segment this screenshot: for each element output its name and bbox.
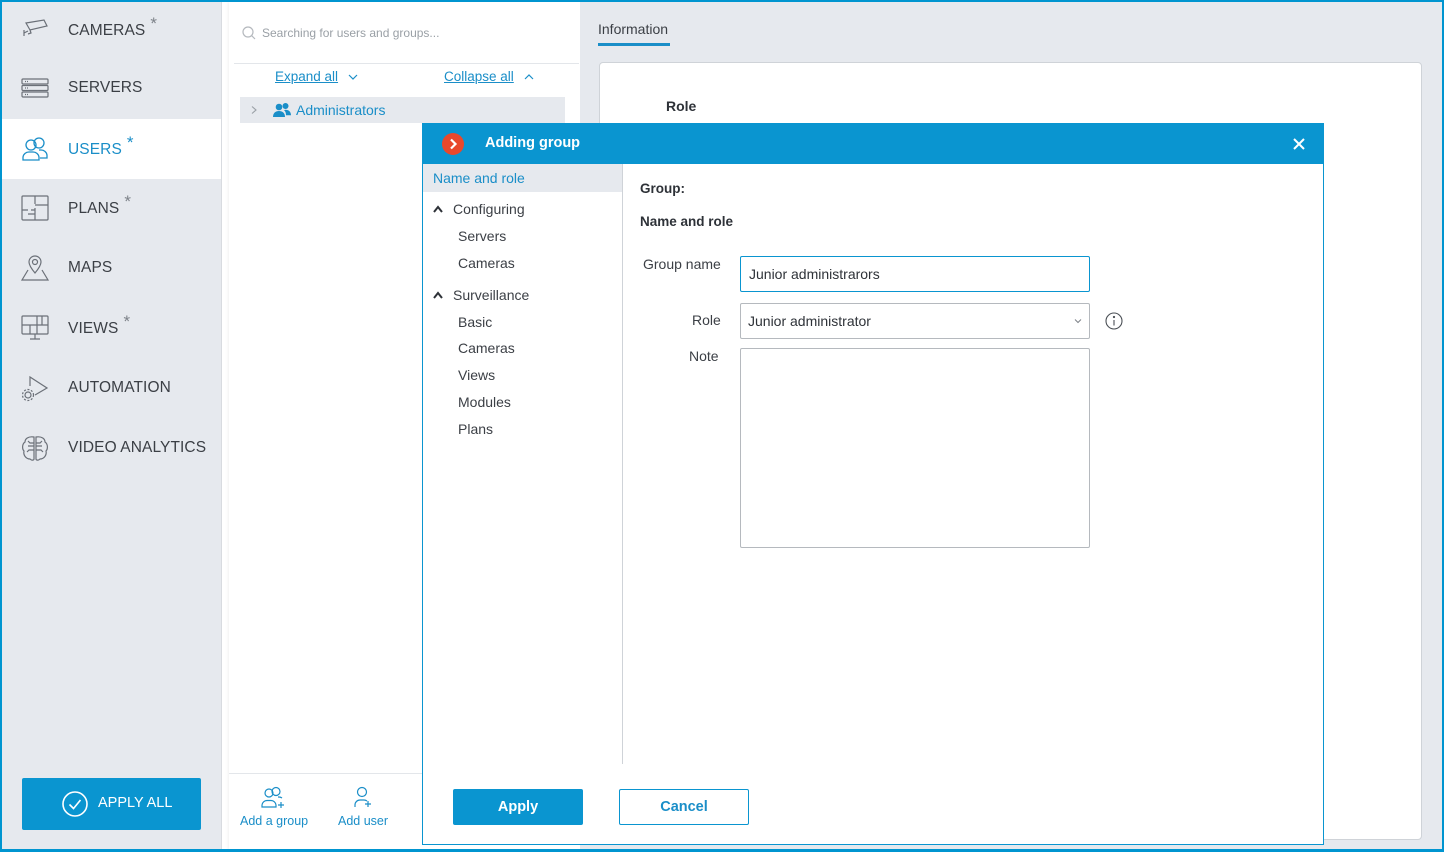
nav-surveillance-plans[interactable]: Plans	[458, 421, 493, 437]
collapse-all-link[interactable]: Collapse all	[444, 69, 535, 84]
nav-group-surveillance[interactable]: Surveillance	[432, 287, 529, 303]
tab-information[interactable]: Information	[598, 21, 668, 37]
role-label: Role	[692, 312, 721, 328]
nav-surveillance-modules[interactable]: Modules	[458, 394, 511, 410]
nav-group-configuring[interactable]: Configuring	[432, 201, 525, 217]
note-textarea[interactable]	[740, 348, 1090, 548]
group-name-input[interactable]	[740, 256, 1090, 292]
search-box[interactable]	[241, 20, 561, 46]
group-name: Administrators	[296, 102, 386, 118]
divider	[234, 63, 579, 64]
cancel-button[interactable]: Cancel	[619, 789, 749, 825]
adding-group-dialog: Adding group Name and role Configuring S…	[422, 123, 1324, 845]
add-group-icon	[261, 786, 285, 808]
group-name-label: Group name	[643, 256, 721, 272]
sidebar-item-label: PLANS	[68, 200, 120, 217]
modified-marker: *	[126, 133, 134, 152]
sidebar-item-views[interactable]: VIEWS *	[0, 298, 221, 358]
check-circle-icon	[62, 791, 88, 817]
role-select[interactable]: Junior administrator	[740, 303, 1090, 339]
chevron-up-icon	[433, 291, 443, 299]
sidebar-item-label: USERS	[68, 141, 122, 158]
brain-icon	[20, 433, 50, 463]
sidebar-item-label: AUTOMATION	[68, 379, 171, 396]
collapse-all-label: Collapse all	[444, 69, 514, 84]
note-label: Note	[689, 348, 719, 364]
chevron-right-icon[interactable]	[249, 105, 259, 115]
nav-group-label: Configuring	[453, 201, 525, 217]
sidebar-item-cameras[interactable]: CAMERAS *	[0, 0, 221, 60]
server-icon	[20, 73, 50, 103]
add-group-label: Add a group	[240, 814, 309, 828]
chevron-down-icon	[348, 74, 358, 80]
map-pin-icon	[20, 253, 50, 283]
sidebar-item-plans[interactable]: PLANS *	[0, 178, 221, 238]
sidebar-item-label: SERVERS	[68, 79, 143, 96]
automation-gear-icon	[20, 373, 50, 403]
section-heading: Name and role	[640, 214, 734, 229]
sidebar-item-automation[interactable]: AUTOMATION	[0, 358, 221, 418]
sidebar-item-label: MAPS	[68, 259, 113, 276]
search-icon	[242, 26, 256, 40]
dialog-title: Adding group	[485, 135, 581, 151]
sidebar-item-video-analytics[interactable]: VIDEO ANALYTICS	[0, 418, 221, 478]
sidebar-item-label: VIDEO ANALYTICS	[68, 439, 207, 456]
chevron-down-icon	[1074, 319, 1082, 324]
apply-button[interactable]: Apply	[453, 789, 583, 825]
modified-marker: *	[150, 14, 158, 33]
chevron-up-icon	[433, 205, 443, 213]
nav-name-and-role[interactable]: Name and role	[423, 164, 622, 192]
users-icon	[20, 134, 50, 164]
nav-surveillance-basic[interactable]: Basic	[458, 314, 492, 330]
modified-marker: *	[124, 192, 132, 211]
role-heading: Role	[666, 98, 697, 114]
sidebar-item-users[interactable]: USERS *	[0, 119, 221, 179]
nav-surveillance-cameras[interactable]: Cameras	[458, 340, 515, 356]
info-icon[interactable]	[1105, 312, 1123, 330]
sidebar-item-maps[interactable]: MAPS	[0, 238, 221, 298]
expand-all-label: Expand all	[275, 69, 339, 84]
nav-configuring-servers[interactable]: Servers	[458, 228, 506, 244]
nav-configuring-cameras[interactable]: Cameras	[458, 255, 515, 271]
nav-surveillance-views[interactable]: Views	[458, 367, 495, 383]
group-heading: Group:	[640, 181, 685, 196]
floor-plan-icon	[20, 193, 50, 223]
sidebar-item-label: VIEWS	[68, 320, 119, 337]
role-selected-value: Junior administrator	[748, 313, 871, 329]
modified-marker: *	[123, 312, 131, 331]
camera-icon	[20, 15, 50, 45]
tab-active-indicator	[598, 43, 670, 46]
app-logo-icon	[442, 133, 464, 155]
add-user-button[interactable]: Add user	[338, 786, 388, 828]
dialog-header: Adding group	[423, 124, 1323, 164]
group-icon	[273, 103, 291, 117]
tree-group-row[interactable]: Administrators	[240, 97, 565, 123]
add-user-label: Add user	[338, 814, 389, 828]
monitor-layout-icon	[20, 313, 50, 343]
expand-all-link[interactable]: Expand all	[275, 69, 359, 84]
sidebar-item-servers[interactable]: SERVERS	[0, 58, 221, 118]
close-icon[interactable]	[1291, 136, 1307, 152]
search-input[interactable]	[262, 26, 552, 40]
chevron-up-icon	[524, 73, 534, 79]
sidebar: CAMERAS * SERVERS USERS * PLANS * MAPS VIEW…	[0, 0, 222, 852]
nav-group-label: Surveillance	[453, 287, 530, 303]
add-group-button[interactable]: Add a group	[240, 786, 308, 828]
add-user-icon	[354, 786, 372, 807]
apply-all-button[interactable]: APPLY ALL	[22, 778, 201, 830]
sidebar-item-label: CAMERAS	[68, 22, 146, 39]
apply-all-label: APPLY ALL	[98, 795, 173, 811]
dialog-nav: Name and role Configuring Servers Camera…	[423, 164, 623, 764]
